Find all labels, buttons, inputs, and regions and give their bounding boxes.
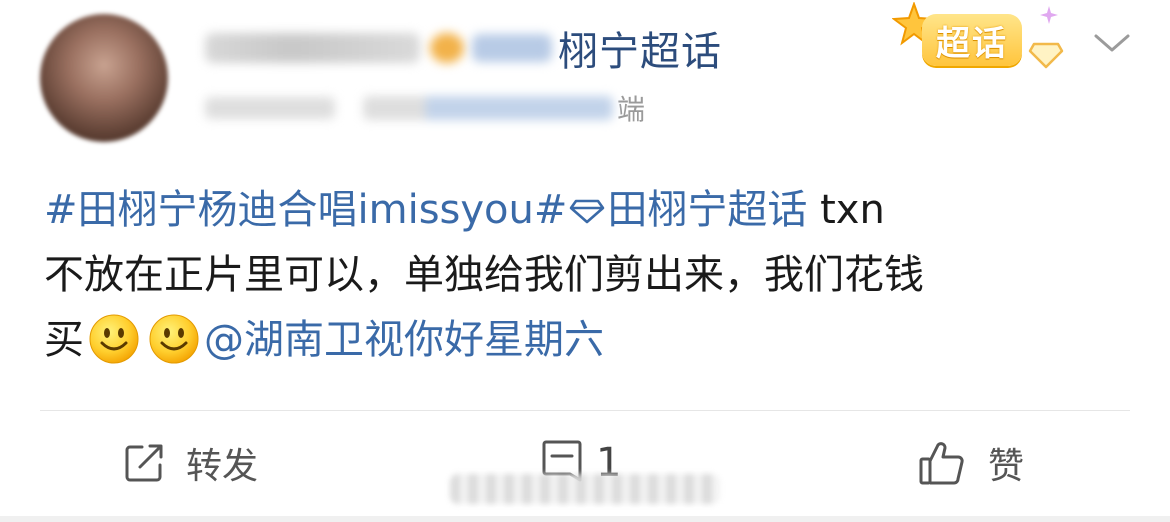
repost-button[interactable]: 转发 xyxy=(122,436,258,490)
post-line-1: #田栩宁杨迪合唱imissyou# 田栩宁超话 txn xyxy=(44,178,1134,243)
blurred-vip-badge xyxy=(472,34,552,62)
super-topic-badge[interactable]: 超话 xyxy=(892,2,1072,82)
smile-emoji-icon xyxy=(149,314,199,364)
repost-icon xyxy=(125,444,163,482)
post-meta: 端 xyxy=(205,86,645,130)
repost-label: 转发 xyxy=(186,446,259,487)
super-topic-gem-icon xyxy=(570,199,605,224)
super-topic-source[interactable]: 栩宁超话 xyxy=(558,19,722,77)
blurred-username[interactable] xyxy=(205,33,420,63)
sparkle-icon xyxy=(1040,6,1058,24)
blurred-device-source xyxy=(363,96,613,120)
device-source-suffix: 端 xyxy=(617,93,646,126)
post-line-3: 买 @湖南卫视你好星期六 xyxy=(44,308,1134,373)
post-text: #田栩宁杨迪合唱imissyou# 田栩宁超话 txn 不放在正片里可以，单独给我… xyxy=(44,178,1134,373)
bottom-separator xyxy=(0,516,1170,522)
super-topic-link[interactable]: 田栩宁超话 xyxy=(607,187,807,233)
like-label: 赞 xyxy=(988,446,1025,487)
blurred-user-badge xyxy=(430,33,464,63)
diamond-icon xyxy=(1028,42,1064,69)
thumbs-up-icon xyxy=(919,442,964,485)
post-tail-text: txn xyxy=(807,187,885,233)
avatar[interactable] xyxy=(40,14,168,142)
super-topic-label: 超话 xyxy=(936,23,1008,64)
topic-link[interactable]: #田栩宁杨迪合唱imissyou# xyxy=(44,187,567,233)
post-line-3-prefix: 买 xyxy=(44,317,84,363)
smile-emoji-icon xyxy=(89,314,139,364)
mention-link[interactable]: @湖南卫视你好星期六 xyxy=(204,317,604,363)
post-line-2: 不放在正片里可以，单独给我们剪出来，我们花钱 xyxy=(44,252,924,298)
divider xyxy=(40,410,1130,411)
chevron-down-icon[interactable] xyxy=(1092,28,1132,58)
super-topic-pill: 超话 xyxy=(922,14,1022,66)
like-button[interactable]: 赞 xyxy=(918,436,1024,490)
user-name-row: 栩宁超话 xyxy=(205,19,722,77)
blurred-timestamp xyxy=(205,97,335,119)
blurred-watermark xyxy=(450,474,720,504)
